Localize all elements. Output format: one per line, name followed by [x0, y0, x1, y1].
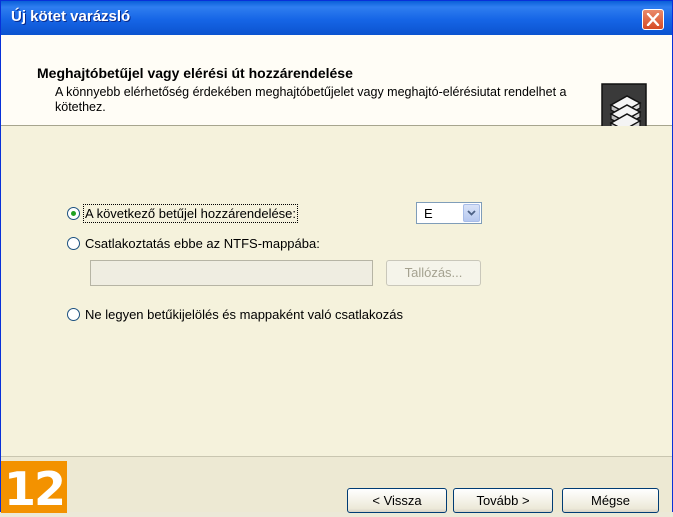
drive-letter-value: E: [424, 206, 433, 221]
wizard-header: Meghajtóbetűjel vagy elérési út hozzáren…: [1, 35, 672, 145]
wizard-window: Új kötet varázsló Meghajtóbetűjel vagy e…: [0, 0, 673, 516]
assign-letter-label[interactable]: A következő betűjel hozzárendelése:: [82, 204, 299, 223]
assign-letter-radio[interactable]: [67, 207, 80, 220]
drive-letter-select[interactable]: E: [416, 202, 482, 224]
mount-folder-label[interactable]: Csatlakoztatás ebbe az NTFS-mappába:: [85, 236, 320, 251]
no-letter-label[interactable]: Ne legyen betűkijelölés és mappaként val…: [85, 307, 403, 322]
cancel-button[interactable]: Mégse: [562, 488, 659, 513]
folder-path-input[interactable]: [90, 260, 373, 286]
no-letter-radio[interactable]: [67, 308, 80, 321]
page-subtitle: A könnyebb elérhetőség érdekében meghajt…: [55, 85, 567, 114]
page-title: Meghajtóbetűjel vagy elérési út hozzáren…: [37, 65, 353, 81]
browse-button[interactable]: Tallózás...: [386, 260, 481, 286]
no-letter-option[interactable]: Ne legyen betűkijelölés és mappaként val…: [67, 307, 403, 322]
step-badge: 12: [1, 461, 67, 516]
dropdown-button[interactable]: [463, 204, 480, 222]
back-button[interactable]: < Vissza: [347, 488, 447, 513]
wizard-content: A következő betűjel hozzárendelése: E Cs…: [1, 126, 672, 456]
next-button[interactable]: Tovább >: [453, 488, 553, 513]
close-icon: [646, 13, 660, 26]
mount-folder-radio[interactable]: [67, 237, 80, 250]
close-button[interactable]: [642, 9, 664, 30]
assign-letter-option[interactable]: A következő betűjel hozzárendelése:: [67, 204, 299, 223]
title-bar[interactable]: Új kötet varázsló: [1, 1, 672, 35]
mount-folder-option[interactable]: Csatlakoztatás ebbe az NTFS-mappába:: [67, 236, 320, 251]
chevron-down-icon: [467, 210, 476, 216]
window-title: Új kötet varázsló: [11, 8, 131, 25]
